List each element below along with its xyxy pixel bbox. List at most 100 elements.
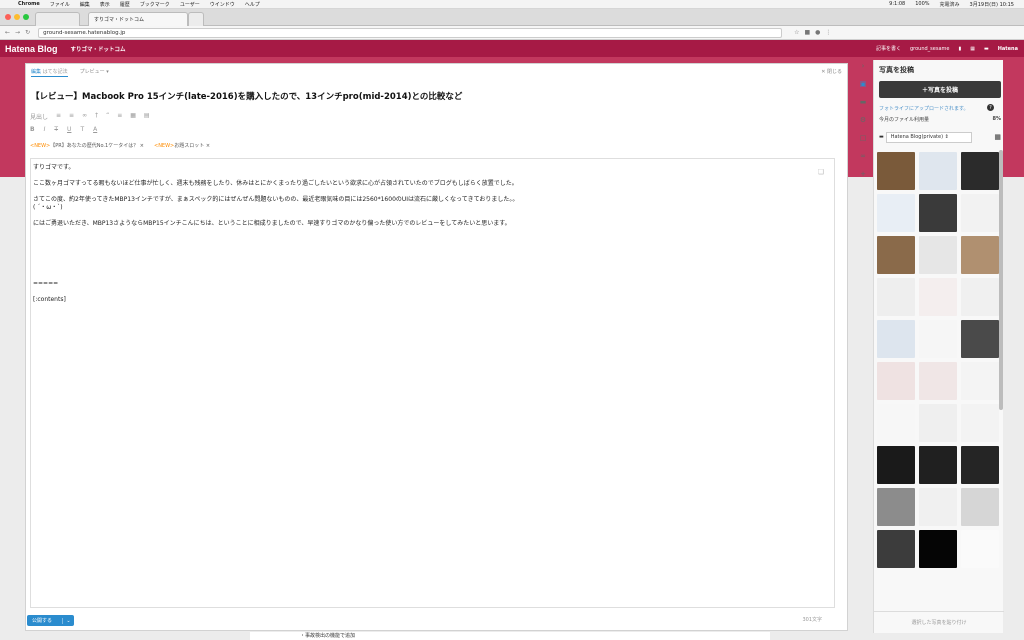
photo-thumbnail[interactable] [877,530,915,568]
menu-user[interactable]: ユーザー [180,1,200,8]
font-size-icon[interactable]: T [80,126,84,133]
photo-thumbnail[interactable] [961,152,999,190]
menubar-app[interactable]: Chrome [18,1,40,7]
bookmark-star-icon[interactable]: ☆ [794,29,799,36]
photo-thumbnail[interactable] [919,152,957,190]
photo-thumbnail[interactable] [961,530,999,568]
article-body-textarea[interactable]: ❏ すりゴマです。 ここ数ヶ月ゴマすってる暇もないほど仕事が忙しく、週末も残務を… [30,158,835,608]
close-button[interactable]: ✕ 閉じる [821,68,842,75]
photo-thumbnail[interactable] [919,194,957,232]
italic-icon[interactable]: I [44,126,46,133]
chevron-down-icon[interactable]: ⌄ [62,617,74,624]
quote-icon[interactable]: “ [106,112,109,121]
footnote-icon[interactable]: † [95,112,98,121]
fotolife-link[interactable]: フォトライフにアップロードされます。 [879,105,969,112]
folder-icon[interactable]: ▬ [860,98,867,106]
apps-grid-icon[interactable]: ▦ [970,46,975,52]
link-icon[interactable]: ∞ [82,112,87,121]
menubar-datetime[interactable]: 3月19日(日) 10:15 [970,1,1014,8]
photo-thumbnail[interactable] [919,488,957,526]
close-window-icon[interactable] [5,14,11,20]
gear-icon[interactable]: ⚙ [860,116,866,124]
pinned-tabs[interactable] [35,12,80,26]
hatena-blog-logo[interactable]: Hatena Blog [5,44,58,54]
menu-file[interactable]: ファイル [50,1,70,8]
user-menu[interactable]: ground_sesame [910,46,950,52]
strikethrough-icon[interactable]: T [54,126,58,133]
menu-bookmarks[interactable]: ブックマーク [140,1,170,8]
collapse-icon[interactable]: › [862,62,865,70]
photo-thumbnail[interactable] [877,278,915,316]
back-icon[interactable]: ← [5,29,10,36]
photo-thumbnail[interactable] [919,446,957,484]
url-input[interactable]: ground-sesame.hatenablog.jp [38,27,783,38]
photo-thumbnail[interactable] [961,236,999,274]
article-title-input[interactable]: 【レビュー】Macbook Pro 15インチ(late-2016)を購入したの… [31,90,841,102]
more-icon[interactable]: ▤ [144,112,150,121]
hatena-brand[interactable]: Hatena [998,46,1018,52]
notice-item[interactable]: <NEW>お題スロット × [154,142,210,149]
photo-thumbnail[interactable] [919,278,957,316]
reload-icon[interactable]: ↻ [25,29,30,36]
photo-thumbnail[interactable] [877,362,915,400]
menu-help[interactable]: ヘルプ [245,1,260,8]
photo-thumbnail[interactable] [919,404,957,442]
help-icon[interactable]: ? [987,104,994,111]
blog-name[interactable]: すりゴマ・ドットコム [71,45,126,53]
photo-thumbnail[interactable] [919,320,957,358]
photo-thumbnail[interactable] [961,320,999,358]
menu-icon[interactable]: ⋮ [825,29,831,36]
menu-view[interactable]: 表示 [100,1,110,8]
extension-icon[interactable]: ● [815,29,820,36]
font-color-icon[interactable]: A [93,126,97,133]
minimize-window-icon[interactable] [14,14,20,20]
photo-thumbnail[interactable] [877,488,915,526]
photo-thumbnail[interactable] [961,404,999,442]
publish-button[interactable]: 公開する ⌄ [27,615,74,626]
photo-thumbnail[interactable] [961,194,999,232]
list-icon[interactable]: ≡ [56,112,61,121]
photo-thumbnail[interactable] [961,488,999,526]
bookmark-icon[interactable]: ▮ [958,46,961,52]
underline-icon[interactable]: U [67,126,71,133]
link-icon[interactable]: ∞ [860,152,866,160]
numbered-list-icon[interactable]: ≡ [69,112,74,121]
add-icon[interactable]: + [860,170,866,178]
new-tab-button[interactable] [188,12,204,26]
forward-icon[interactable]: → [15,29,20,36]
photo-thumbnail[interactable] [961,446,999,484]
photo-thumbnail[interactable] [919,236,957,274]
zoom-window-icon[interactable] [23,14,29,20]
extension-icon[interactable]: ■ [804,29,810,36]
photo-thumbnail[interactable] [877,404,915,442]
menu-edit[interactable]: 編集 [80,1,90,8]
document-icon[interactable]: □ [860,134,867,142]
grid-view-icon[interactable]: ▦ [994,133,1001,141]
photo-thumbnail[interactable] [877,152,915,190]
photo-thumbnail[interactable] [877,320,915,358]
photo-thumbnail[interactable] [877,236,915,274]
tab-edit[interactable]: 編集 はてな記法 [31,68,68,77]
menu-history[interactable]: 履歴 [120,1,130,8]
bold-icon[interactable]: B [30,126,35,133]
photo-thumbnail[interactable] [877,194,915,232]
folder-select[interactable]: Hatena Blog(private) ⇕ [885,131,972,143]
format-select[interactable]: 見出し [30,112,48,121]
photo-icon[interactable]: ▣ [860,80,867,88]
code-icon[interactable]: ≡ [117,112,122,121]
table-icon[interactable]: ▦ [130,112,136,121]
paste-selected-button[interactable]: 選択した写真を貼り付け [874,611,1004,633]
photo-thumbnail[interactable] [961,278,999,316]
copy-icon[interactable]: ❏ [818,168,824,176]
menu-window[interactable]: ウインドウ [210,1,235,8]
post-photo-button[interactable]: ＋写真を投稿 [879,81,1001,98]
tab-preview[interactable]: プレビュー ▾ [80,68,109,77]
photo-thumbnail[interactable] [919,362,957,400]
notification-icon[interactable]: ▬ [984,46,989,52]
photo-thumbnail[interactable] [961,362,999,400]
notice-item[interactable]: <NEW>【PR】あなたの歴代No.1ケータイは？ × [30,142,144,149]
tab-active[interactable]: すりゴマ・ドットコム [88,12,188,26]
photo-thumbnail[interactable] [919,530,957,568]
photo-thumbnail[interactable] [877,446,915,484]
write-article-link[interactable]: 記事を書く [876,45,901,52]
